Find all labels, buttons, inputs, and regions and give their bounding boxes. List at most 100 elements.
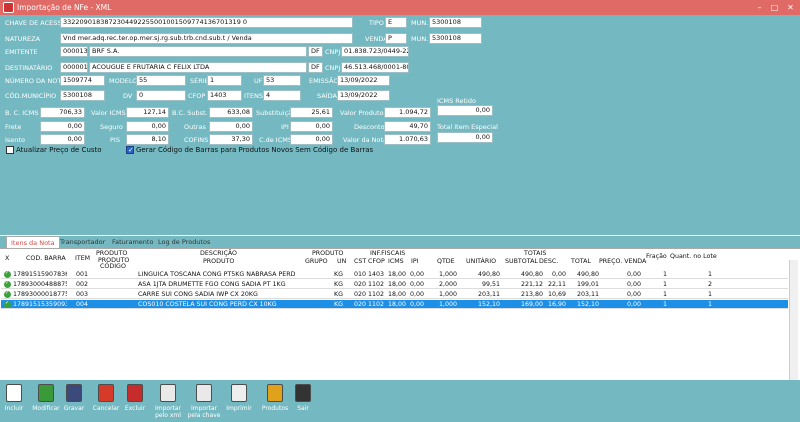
emissao-field[interactable]: 13/09/2022 bbox=[337, 75, 390, 86]
destinatario-name-field[interactable]: ACOUGUE E FRUTARIA C FELIX LTDA bbox=[89, 62, 307, 73]
col-header-item[interactable]: ITEM bbox=[75, 255, 90, 262]
table-row[interactable]: 17893000488875 002 ASA 1JTA DRUMETTE FGO C… bbox=[1, 280, 788, 289]
toolbar-button-document-add[interactable]: Incluir bbox=[3, 380, 25, 422]
row-ok-icon[interactable] bbox=[4, 270, 11, 278]
seguro-field[interactable]: 0,00 bbox=[126, 121, 169, 132]
c-icms-field[interactable]: 0,00 bbox=[290, 134, 333, 145]
toolbar-button-document-edit[interactable]: Modificar bbox=[31, 380, 61, 422]
emitente-uf-field[interactable]: DF bbox=[308, 46, 323, 57]
mun2-field[interactable]: 5300108 bbox=[429, 33, 482, 44]
dv-field[interactable]: 0 bbox=[136, 90, 186, 101]
c-icms-label: C.de ICMS bbox=[259, 136, 292, 144]
toolbar-button-products-box[interactable]: Produtos bbox=[258, 380, 292, 422]
natureza-field[interactable]: Vnd mer.adq.rec.ter.op.mer.sj.rg.sub.trb… bbox=[60, 33, 353, 44]
tipo-field[interactable]: E bbox=[385, 17, 407, 28]
col-header-produto[interactable]: PRODUTO bbox=[203, 258, 234, 265]
gerar-codigo-checkbox[interactable] bbox=[126, 146, 134, 154]
modelo-label: MODELO bbox=[109, 77, 138, 85]
valor-produtos-field[interactable]: 1.094,72 bbox=[384, 107, 431, 118]
substituicao-field[interactable]: 25,61 bbox=[290, 107, 333, 118]
destinatario-code-field[interactable]: 000001 bbox=[60, 62, 88, 73]
isento-field[interactable]: 0,00 bbox=[40, 134, 85, 145]
col-header-total[interactable]: TOTAL bbox=[571, 258, 591, 265]
tipo-label: TIPO bbox=[369, 19, 384, 27]
col-header-quant-lote[interactable]: Quant. no Lote bbox=[670, 253, 717, 260]
saida-field[interactable]: 13/09/2022 bbox=[337, 90, 390, 101]
cofins-field[interactable]: 37,30 bbox=[209, 134, 253, 145]
icms-retido-field[interactable]: 0,00 bbox=[437, 105, 493, 116]
desconto-label: Desconto bbox=[354, 123, 385, 131]
row-ok-icon[interactable] bbox=[4, 300, 11, 308]
col-header-produto-bottom[interactable]: CÓDIGO bbox=[100, 263, 126, 270]
cell-cst: 020 bbox=[354, 301, 367, 308]
emitente-cnpj-field[interactable]: 01.838.723/0449-22 bbox=[341, 46, 409, 57]
numero-field[interactable]: 1509774 bbox=[60, 75, 105, 86]
venda-field[interactable]: P bbox=[385, 33, 407, 44]
total-item-especial-field[interactable]: 0,00 bbox=[437, 132, 493, 143]
toolbar-button-trash[interactable]: Excluir bbox=[124, 380, 146, 422]
emitente-code-field[interactable]: 000013 bbox=[60, 46, 88, 57]
table-row[interactable]: 17891515359093 004 COS010 COSTELA SUI CONG… bbox=[1, 300, 788, 309]
tab-transportador[interactable]: Transportador bbox=[56, 236, 109, 248]
col-header-subtotal[interactable]: SUBTOTAL bbox=[505, 258, 538, 265]
desconto-field[interactable]: 49,70 bbox=[384, 121, 431, 132]
itens-field[interactable]: 4 bbox=[263, 90, 301, 101]
destinatario-cnpj-field[interactable]: 46.513.468/0001-80 bbox=[341, 62, 409, 73]
col-header-fracao[interactable]: Fração bbox=[646, 253, 667, 260]
toolbar-button-import-xml[interactable]: Importar pelo xml bbox=[150, 380, 186, 422]
minimize-button[interactable]: – bbox=[753, 1, 766, 14]
atualizar-preco-checkbox[interactable] bbox=[6, 146, 14, 154]
frete-label: Frete bbox=[5, 123, 22, 131]
emitente-name-field[interactable]: BRF S.A. bbox=[89, 46, 307, 57]
serie-field[interactable]: 1 bbox=[207, 75, 242, 86]
tab-faturamento[interactable]: Faturamento bbox=[108, 236, 157, 248]
col-header-icms[interactable]: ICMS bbox=[388, 258, 404, 265]
valor-nota-field[interactable]: 1.070,63 bbox=[384, 134, 431, 145]
col-header-un[interactable]: UN bbox=[337, 258, 346, 265]
table-row[interactable]: 17891515907836 001 LINGUICA TOSCANA CONG P… bbox=[1, 270, 788, 279]
cell-item: 001 bbox=[76, 271, 89, 278]
codmun-field[interactable]: 5300108 bbox=[60, 90, 105, 101]
col-header-x[interactable]: X bbox=[5, 255, 9, 262]
col-header-ipi[interactable]: IPI bbox=[411, 258, 419, 265]
toolbar-button-cancel[interactable]: Cancelar bbox=[91, 380, 121, 422]
col-header-grupo[interactable]: GRUPO bbox=[305, 258, 328, 265]
chave-field[interactable]: 3322090183872304492255001001509774136701… bbox=[60, 17, 353, 28]
col-header-qtde[interactable]: QTDE bbox=[437, 258, 455, 265]
ipi-field[interactable]: 0,00 bbox=[290, 121, 333, 132]
window-title: Importação de NFe - XML bbox=[17, 3, 112, 12]
tab-log-de-produtos[interactable]: Log de Produtos bbox=[154, 236, 214, 248]
destinatario-uf-field[interactable]: DF bbox=[308, 62, 323, 73]
col-header-unitario[interactable]: UNITÁRIO bbox=[466, 258, 496, 265]
toolbar-button-exit[interactable]: Sair bbox=[294, 380, 312, 422]
toolbar-button-usb-drive[interactable]: Gravar bbox=[62, 380, 86, 422]
outras-field[interactable]: 0,00 bbox=[209, 121, 253, 132]
valor-icms-field[interactable]: 127,14 bbox=[126, 107, 169, 118]
bc-icms-field[interactable]: 706,33 bbox=[40, 107, 85, 118]
grid-scrollbar[interactable] bbox=[789, 260, 798, 380]
row-ok-icon[interactable] bbox=[4, 290, 11, 298]
atualizar-preco-label[interactable]: Atualizar Preço de Custo bbox=[16, 146, 102, 154]
row-ok-icon[interactable] bbox=[4, 280, 11, 288]
col-header-preco-venda[interactable]: PREÇO. VENDA bbox=[599, 258, 646, 265]
table-row[interactable]: 17893000018775 003 CARRE SUI CONG SADIA IW… bbox=[1, 290, 788, 299]
maximize-button[interactable]: □ bbox=[768, 1, 781, 14]
mun-field[interactable]: 5300108 bbox=[429, 17, 482, 28]
col-header-cfop[interactable]: CFOP bbox=[368, 258, 385, 265]
col-header-desc[interactable]: DESC. bbox=[539, 258, 558, 265]
col-header-cod-barra[interactable]: COD. BARRA bbox=[26, 255, 66, 262]
frete-field[interactable]: 0,00 bbox=[40, 121, 85, 132]
col-header-cst[interactable]: CST bbox=[354, 258, 366, 265]
pis-field[interactable]: 8,10 bbox=[126, 134, 169, 145]
cfop-field[interactable]: 1403 bbox=[207, 90, 242, 101]
uf-field[interactable]: 53 bbox=[263, 75, 301, 86]
cell-qtde: 1,000 bbox=[438, 271, 457, 278]
cnpj2-label: CNPJ bbox=[325, 64, 341, 72]
tab-itens-da-nota[interactable]: Itens da Nota bbox=[6, 236, 60, 248]
gerar-codigo-label[interactable]: Gerar Código de Barras para Produtos Nov… bbox=[136, 146, 373, 154]
close-button[interactable]: ✕ bbox=[784, 1, 797, 14]
toolbar-button-printer[interactable]: Imprimir bbox=[226, 380, 252, 422]
toolbar-button-import-key[interactable]: Importar pela chave bbox=[187, 380, 221, 422]
modelo-field[interactable]: 55 bbox=[136, 75, 186, 86]
bc-subst-field[interactable]: 633,08 bbox=[209, 107, 253, 118]
